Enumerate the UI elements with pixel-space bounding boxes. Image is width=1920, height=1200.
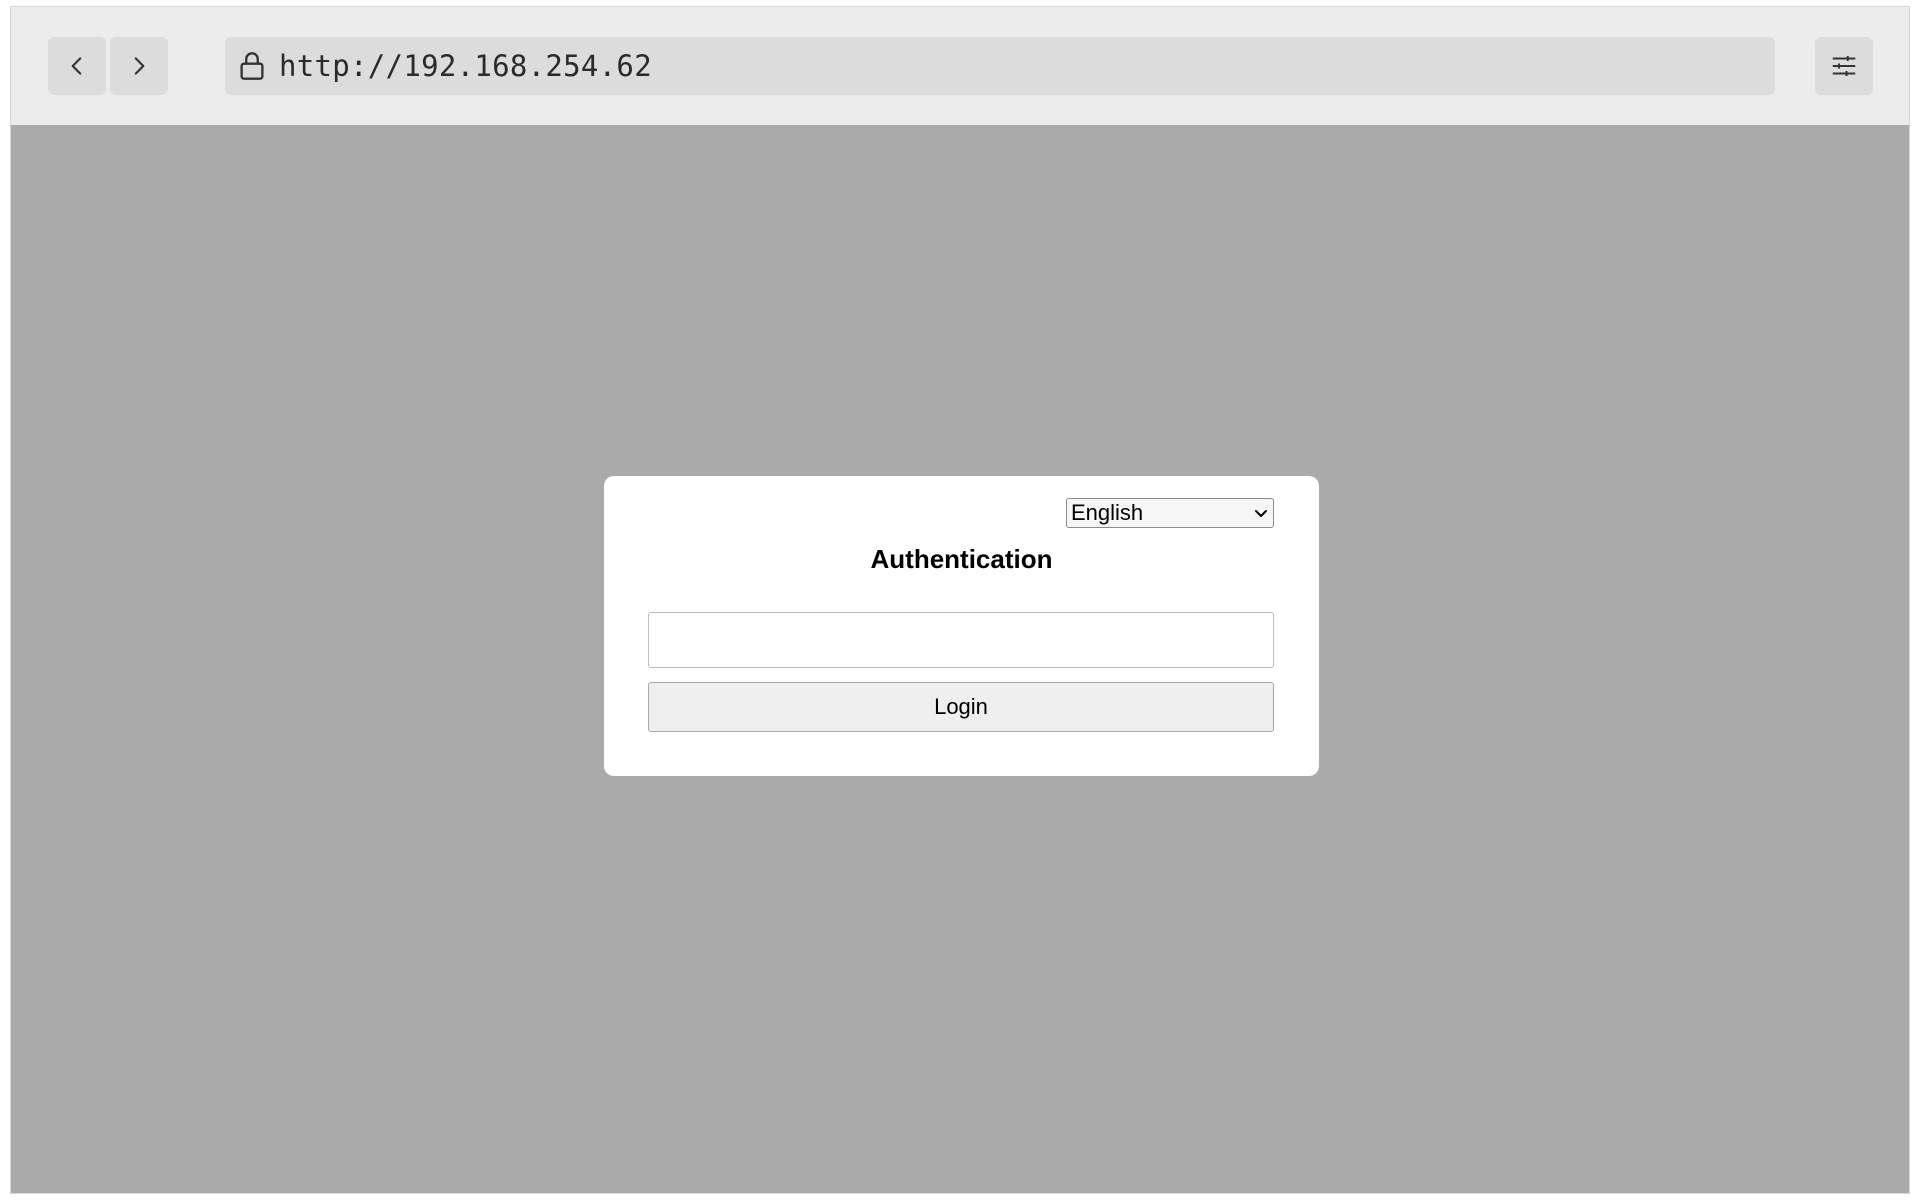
address-bar[interactable]: http://192.168.254.62 [225,37,1775,95]
sliders-icon [1832,56,1856,76]
language-selected-label: English [1071,500,1144,525]
login-button[interactable]: Login [648,682,1274,732]
settings-button[interactable] [1815,37,1873,95]
chevron-down-icon [1253,505,1269,521]
lock-icon [237,51,267,81]
password-input[interactable] [648,612,1274,668]
browser-window: http://192.168.254.62 English Authentica… [10,6,1910,1194]
chevron-left-icon [71,57,82,75]
page-content: English Authentication Login [11,125,1909,1193]
back-button[interactable] [48,37,106,95]
login-card: English Authentication Login [604,476,1319,776]
language-select[interactable]: English [1066,498,1274,528]
chevron-right-icon [134,57,145,75]
forward-button[interactable] [110,37,168,95]
page-title: Authentication [870,544,1053,574]
browser-toolbar: http://192.168.254.62 [11,7,1909,125]
url-text: http://192.168.254.62 [279,49,652,83]
